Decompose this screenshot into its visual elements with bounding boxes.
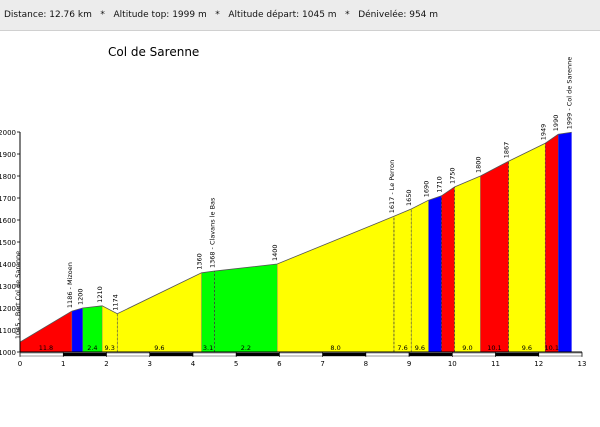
altitude-label-17: 1999 - Col de Sarenne xyxy=(566,57,574,129)
x-tick-label-0: 0 xyxy=(18,360,22,368)
x-tick-label-12: 12 xyxy=(534,360,543,368)
gradient-segment-14 xyxy=(508,143,546,352)
x-scale-bar-2 xyxy=(106,352,150,357)
x-scale-bar-5 xyxy=(235,352,280,357)
x-scale-bar-0 xyxy=(19,352,64,357)
altitude-label-2: 1200 xyxy=(77,288,85,305)
x-tick-label-10: 10 xyxy=(448,360,457,368)
y-tick-label-10: 2000 xyxy=(0,129,16,137)
gradient-segment-12 xyxy=(454,176,481,352)
gradient-segment-16 xyxy=(558,132,572,352)
altitude-label-12: 1750 xyxy=(448,167,456,184)
gradient-segment-11 xyxy=(441,187,455,352)
stats-text: Distance: 12.76 km * Altitude top: 1999 … xyxy=(4,10,439,20)
gradient-label-4: 9.6 xyxy=(154,344,164,352)
y-tick-label-6: 1600 xyxy=(0,217,16,225)
x-scale-bar-9 xyxy=(408,352,453,357)
x-tick-label-3: 3 xyxy=(147,360,151,368)
altitude-label-7: 1400 xyxy=(271,244,279,261)
x-tick-label-9: 9 xyxy=(407,360,411,368)
gradient-label-12: 9.0 xyxy=(462,344,472,352)
altitude-label-11: 1710 xyxy=(436,176,444,193)
gradient-segment-9 xyxy=(411,200,429,352)
chart-title: Col de Sarenne xyxy=(108,45,199,59)
x-scale-bar-6 xyxy=(279,352,323,357)
gradient-label-2: 2.4 xyxy=(87,344,97,352)
x-scale-bar-1 xyxy=(63,352,107,357)
gradient-label-3: 9.3 xyxy=(105,344,115,352)
x-tick-label-8: 8 xyxy=(364,360,368,368)
altitude-label-10: 1690 xyxy=(423,181,431,198)
altitude-label-4: 1174 xyxy=(111,294,119,311)
x-scale-bar-12 xyxy=(538,352,583,357)
x-tick-label-1: 1 xyxy=(61,360,65,368)
stats-bar: Distance: 12.76 km * Altitude top: 1999 … xyxy=(0,0,600,31)
altitude-label-0: 1045 - Bert Col de Sarenne xyxy=(14,251,22,339)
x-scale-bar-4 xyxy=(192,352,237,357)
y-tick-label-0: 1000 xyxy=(0,349,16,357)
altitude-label-13: 1800 xyxy=(474,156,482,173)
x-tick-label-11: 11 xyxy=(491,360,500,368)
gradient-label-15: 10.1 xyxy=(544,344,558,352)
x-tick-label-7: 7 xyxy=(320,360,324,368)
x-tick-label-5: 5 xyxy=(234,360,238,368)
gradient-segment-13 xyxy=(480,161,509,352)
gradient-segment-4 xyxy=(117,272,202,352)
gradient-label-0: 11.8 xyxy=(39,344,53,352)
x-scale-bar-11 xyxy=(495,352,539,357)
gradient-segment-7 xyxy=(277,216,394,352)
y-tick-label-7: 1700 xyxy=(0,195,16,203)
y-tick-label-8: 1800 xyxy=(0,173,16,181)
x-scale-bar-10 xyxy=(452,352,496,357)
x-tick-label-6: 6 xyxy=(277,360,282,368)
gradient-segment-8 xyxy=(393,209,412,352)
y-tick-label-9: 1900 xyxy=(0,151,16,159)
altitude-label-15: 1949 xyxy=(539,124,547,141)
gradient-label-14: 9.6 xyxy=(522,344,532,352)
gradient-segment-1 xyxy=(71,308,83,352)
altitude-label-8: 1617 - Le Perron xyxy=(388,160,396,213)
gradient-label-5: 3.1 xyxy=(203,344,213,352)
x-tick-label-13: 13 xyxy=(578,360,587,368)
altitude-label-1: 1186 - Mizoen xyxy=(66,262,74,308)
gradient-segment-5 xyxy=(201,271,215,352)
altitude-label-16: 1990 xyxy=(552,115,560,132)
altitude-label-3: 1210 xyxy=(96,286,104,303)
x-scale-bar-8 xyxy=(365,352,410,357)
gradient-segment-10 xyxy=(428,195,442,352)
x-tick-label-2: 2 xyxy=(104,360,108,368)
gradient-label-6: 2.2 xyxy=(241,344,251,352)
x-scale-bar-3 xyxy=(149,352,194,357)
x-tick-label-4: 4 xyxy=(191,360,196,368)
gradient-label-13: 10.1 xyxy=(487,344,501,352)
gradient-segment-6 xyxy=(214,264,278,352)
gradient-segment-15 xyxy=(545,134,559,352)
plot-area: 1000110012001300140015001600170018001900… xyxy=(0,57,586,368)
gradient-label-9: 9.6 xyxy=(415,344,425,352)
x-scale-bar-7 xyxy=(322,352,367,357)
gradient-label-8: 7.6 xyxy=(397,344,407,352)
y-tick-label-5: 1500 xyxy=(0,239,16,247)
altitude-label-5: 1360 xyxy=(196,253,204,270)
altitude-label-6: 1368 - Clavans le Bas xyxy=(209,197,217,268)
elevation-profile-chart: Col de Sarenne 1000110012001300140015001… xyxy=(0,45,586,368)
altitude-label-14: 1867 xyxy=(503,142,511,159)
altitude-label-9: 1650 xyxy=(405,189,413,206)
gradient-label-7: 8.0 xyxy=(330,344,340,352)
